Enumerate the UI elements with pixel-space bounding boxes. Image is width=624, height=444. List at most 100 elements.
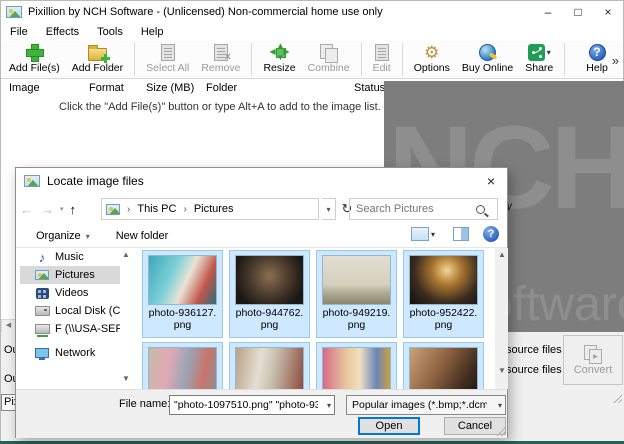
file-grid: photo-936127.png photo-944762.png photo-… [142, 250, 494, 389]
preview-pane-toggle-icon[interactable] [453, 227, 469, 241]
scroll-down-icon[interactable]: ▼ [498, 366, 506, 375]
share-button[interactable]: ▾ Share [519, 41, 559, 78]
open-button[interactable]: Open [358, 417, 420, 435]
share-dropdown-arrow-icon[interactable]: ▾ [547, 48, 551, 57]
file-item[interactable] [403, 342, 484, 389]
share-label: Share [525, 62, 553, 74]
remove-button[interactable]: × Remove [195, 41, 246, 78]
source-files-label-fragment: source files [506, 344, 562, 356]
file-type-combo[interactable]: Popular images (*.bmp;*.dcm;* ▾ [346, 395, 506, 415]
column-image[interactable]: Image [9, 82, 40, 94]
thumbnail-view-icon[interactable] [411, 227, 429, 241]
search-icon[interactable] [476, 205, 485, 214]
breadcrumb-pictures[interactable]: Pictures [194, 203, 234, 215]
history-chevron-icon[interactable]: ▾ [60, 205, 64, 213]
up-arrow-icon[interactable]: ↑ [70, 202, 77, 217]
help-icon: ? [589, 44, 606, 61]
buy-online-button[interactable]: Buy Online [456, 41, 519, 78]
organize-button[interactable]: Organize ▾ [36, 230, 90, 242]
sidebar-item-pictures[interactable]: Pictures [20, 266, 120, 284]
column-size[interactable]: Size (MB) [146, 82, 194, 94]
combine-button[interactable]: Combine [302, 41, 356, 78]
new-folder-button[interactable]: New folder [116, 230, 169, 242]
resize-button[interactable]: ▲▼◀▶ Resize [257, 41, 301, 78]
close-button[interactable]: × [593, 5, 623, 19]
scroll-up-icon[interactable]: ▲ [498, 250, 506, 259]
dialog-toolbar: Organize ▾ New folder ▾ ? [16, 224, 507, 248]
file-list-header: Image Format Size (MB) Folder Status [1, 81, 384, 96]
sidebar-item-network[interactable]: Network [20, 344, 120, 362]
back-arrow-icon[interactable]: ← [20, 202, 33, 217]
toolbar-separator [402, 43, 403, 76]
file-name-input[interactable] [170, 399, 318, 411]
file-name-dropdown-icon[interactable]: ▾ [327, 401, 334, 410]
resize-icon: ▲▼◀▶ [271, 43, 289, 61]
edit-button[interactable]: Edit [367, 41, 397, 78]
output-field-fragment[interactable]: Pixill [1, 394, 16, 411]
file-grid-scrollbar[interactable]: ▲ ▼ [495, 248, 508, 389]
options-button[interactable]: ⚙ Options [408, 41, 456, 78]
search-box [349, 198, 498, 220]
address-bar: ← → ▾ ↑ › This PC › Pictures ▾ ↻ [16, 194, 507, 224]
file-name-combo: ▾ [169, 395, 335, 415]
add-folder-button[interactable]: Add Folder [66, 41, 129, 78]
breadcrumb-this-pc[interactable]: This PC [137, 203, 176, 215]
toolbar-separator [134, 43, 135, 76]
network-drive-icon [35, 324, 50, 334]
menu-tools[interactable]: Tools [88, 26, 132, 38]
remove-icon: × [214, 44, 228, 61]
main-toolbar: Add File(s) Add Folder Select All × Remo… [1, 41, 623, 79]
column-status[interactable]: Status [354, 82, 385, 94]
help-label: Help [586, 62, 608, 74]
file-item[interactable]: photo-936127.png [142, 250, 223, 338]
sidebar-item-videos[interactable]: Videos [20, 284, 120, 302]
music-note-icon: ♪ [39, 250, 46, 265]
dialog-help-icon[interactable]: ? [483, 226, 499, 242]
folder-plus-icon [88, 48, 107, 61]
sidebar-scroll-up-icon[interactable]: ▲ [122, 250, 130, 259]
column-folder[interactable]: Folder [206, 82, 237, 94]
help-button[interactable]: ? Help [580, 41, 614, 78]
menu-file[interactable]: File [1, 26, 37, 38]
sidebar-item-local-disk[interactable]: Local Disk (C:) [20, 302, 120, 320]
forward-arrow-icon[interactable]: → [41, 202, 54, 217]
minimize-button[interactable]: – [533, 5, 563, 19]
column-format[interactable]: Format [89, 82, 124, 94]
file-item[interactable]: photo-949219.png [316, 250, 397, 338]
file-item[interactable]: photo-952422.png [403, 250, 484, 338]
dialog-title: Locate image files [47, 174, 144, 188]
titlebar: Pixillion by NCH Software - (Unlicensed)… [1, 1, 623, 23]
sidebar-scroll-down-icon[interactable]: ▼ [122, 374, 130, 383]
view-dropdown-icon[interactable]: ▾ [431, 230, 435, 239]
add-files-label: Add File(s) [9, 62, 60, 74]
breadcrumb[interactable]: › This PC › Pictures [101, 198, 319, 220]
select-all-button[interactable]: Select All [140, 41, 195, 78]
sidebar-item-network-drive[interactable]: F (\\USA-SERVER [20, 320, 120, 338]
locate-image-files-dialog: Locate image files × ← → ▾ ↑ › This PC ›… [15, 167, 508, 438]
dialog-sidebar: ♪ Music Pictures Videos Local Disk (C:) … [20, 248, 120, 389]
menu-help[interactable]: Help [132, 26, 173, 38]
dialog-close-button[interactable]: × [475, 173, 507, 189]
dialog-footer: File name: ▾ Popular images (*.bmp;*.dcm… [16, 389, 507, 438]
hscroll-left-arrow-icon[interactable]: ◀ [1, 319, 16, 333]
file-item[interactable] [229, 342, 310, 389]
window-resize-grip[interactable] [613, 394, 622, 403]
dialog-titlebar: Locate image files × [16, 168, 507, 194]
share-icon [528, 44, 545, 61]
sidebar-item-music[interactable]: ♪ Music [20, 248, 120, 266]
menu-effects[interactable]: Effects [37, 26, 88, 38]
photo-thumbnail [322, 347, 391, 389]
convert-button[interactable]: Convert [563, 335, 623, 385]
breadcrumb-dropdown-icon[interactable]: ▾ [322, 198, 336, 220]
pictures-icon [35, 270, 49, 280]
maximize-button[interactable]: □ [563, 5, 593, 19]
file-item[interactable]: photo-944762.png [229, 250, 310, 338]
file-item[interactable] [142, 342, 223, 389]
toolbar-overflow-chevron[interactable]: » [612, 53, 619, 68]
search-input[interactable] [350, 203, 474, 215]
dialog-resize-grip[interactable] [496, 427, 505, 436]
add-files-button[interactable]: Add File(s) [3, 41, 66, 78]
file-item[interactable] [316, 342, 397, 389]
dialog-body: ♪ Music Pictures Videos Local Disk (C:) … [16, 248, 507, 389]
file-name: photo-949219.png [317, 307, 396, 331]
